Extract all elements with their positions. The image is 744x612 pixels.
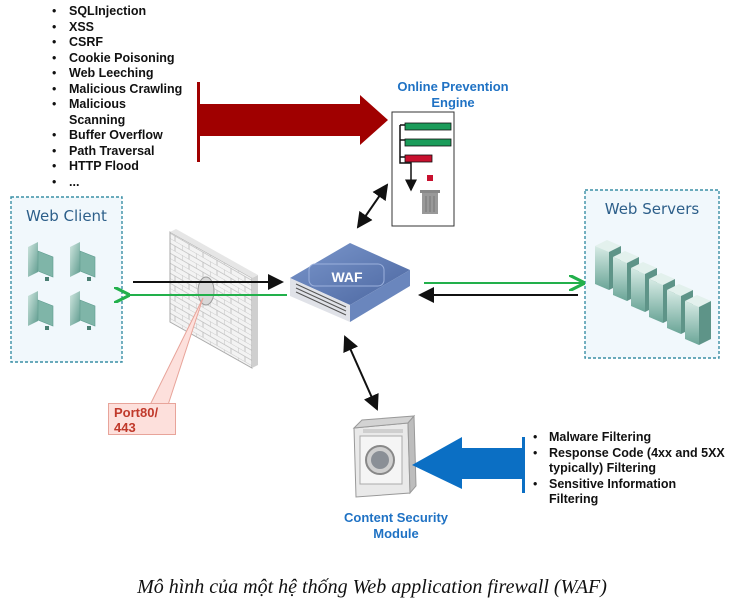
blocked-traffic-bar — [404, 154, 433, 163]
threat-item: XSS — [52, 20, 209, 36]
threat-item: Buffer Overflow — [52, 128, 209, 144]
port-label: Port80/ 443 — [108, 403, 176, 435]
threat-item: CSRF — [52, 35, 209, 51]
port-label-line1: Port80/ — [114, 405, 159, 420]
threat-item: Path Traversal — [52, 144, 209, 160]
content-security-module-label: Content Security Module — [343, 510, 448, 541]
port-label-line2: 443 — [114, 420, 136, 435]
threat-item: Malicious Crawling — [52, 82, 209, 98]
filter-arrow — [412, 437, 525, 493]
filter-item: Response Code (4xx and 5XX typically) Fi… — [533, 446, 744, 477]
threat-item: Web Leeching — [52, 66, 209, 82]
online-prevention-engine-label: Online Prevention Engine — [397, 79, 509, 110]
web-client-label: Web Client — [26, 207, 107, 225]
blocked-packet — [427, 175, 433, 181]
filter-item: Malware Filtering — [533, 430, 744, 446]
web-servers-label: Web Servers — [604, 200, 700, 218]
server-icon — [685, 295, 711, 345]
allowed-traffic-bar — [404, 122, 452, 131]
content-security-module-icon — [352, 414, 417, 498]
threat-item: SQLInjection — [52, 4, 209, 20]
threat-item: Cookie Poisoning — [52, 51, 209, 67]
threat-arrow — [197, 82, 388, 162]
allowed-traffic-bar — [404, 138, 452, 147]
threat-item: HTTP Flood — [52, 159, 209, 175]
threat-item: Malicious Scanning — [52, 97, 139, 128]
waf-module-link-arrow — [343, 335, 379, 411]
waf-engine-link-arrow — [356, 183, 389, 229]
filter-item: Sensitive Information Filtering — [533, 477, 699, 508]
prevention-engine-box — [391, 111, 455, 227]
trash-icon — [420, 190, 440, 214]
waf-label: WAF — [331, 269, 363, 285]
threat-item: ... — [52, 175, 209, 191]
threat-list: SQLInjection XSS CSRF Cookie Poisoning W… — [52, 4, 209, 190]
filter-list: Malware Filtering Response Code (4xx and… — [533, 430, 744, 508]
figure-caption: Mô hình của một hệ thống Web application… — [137, 576, 607, 598]
